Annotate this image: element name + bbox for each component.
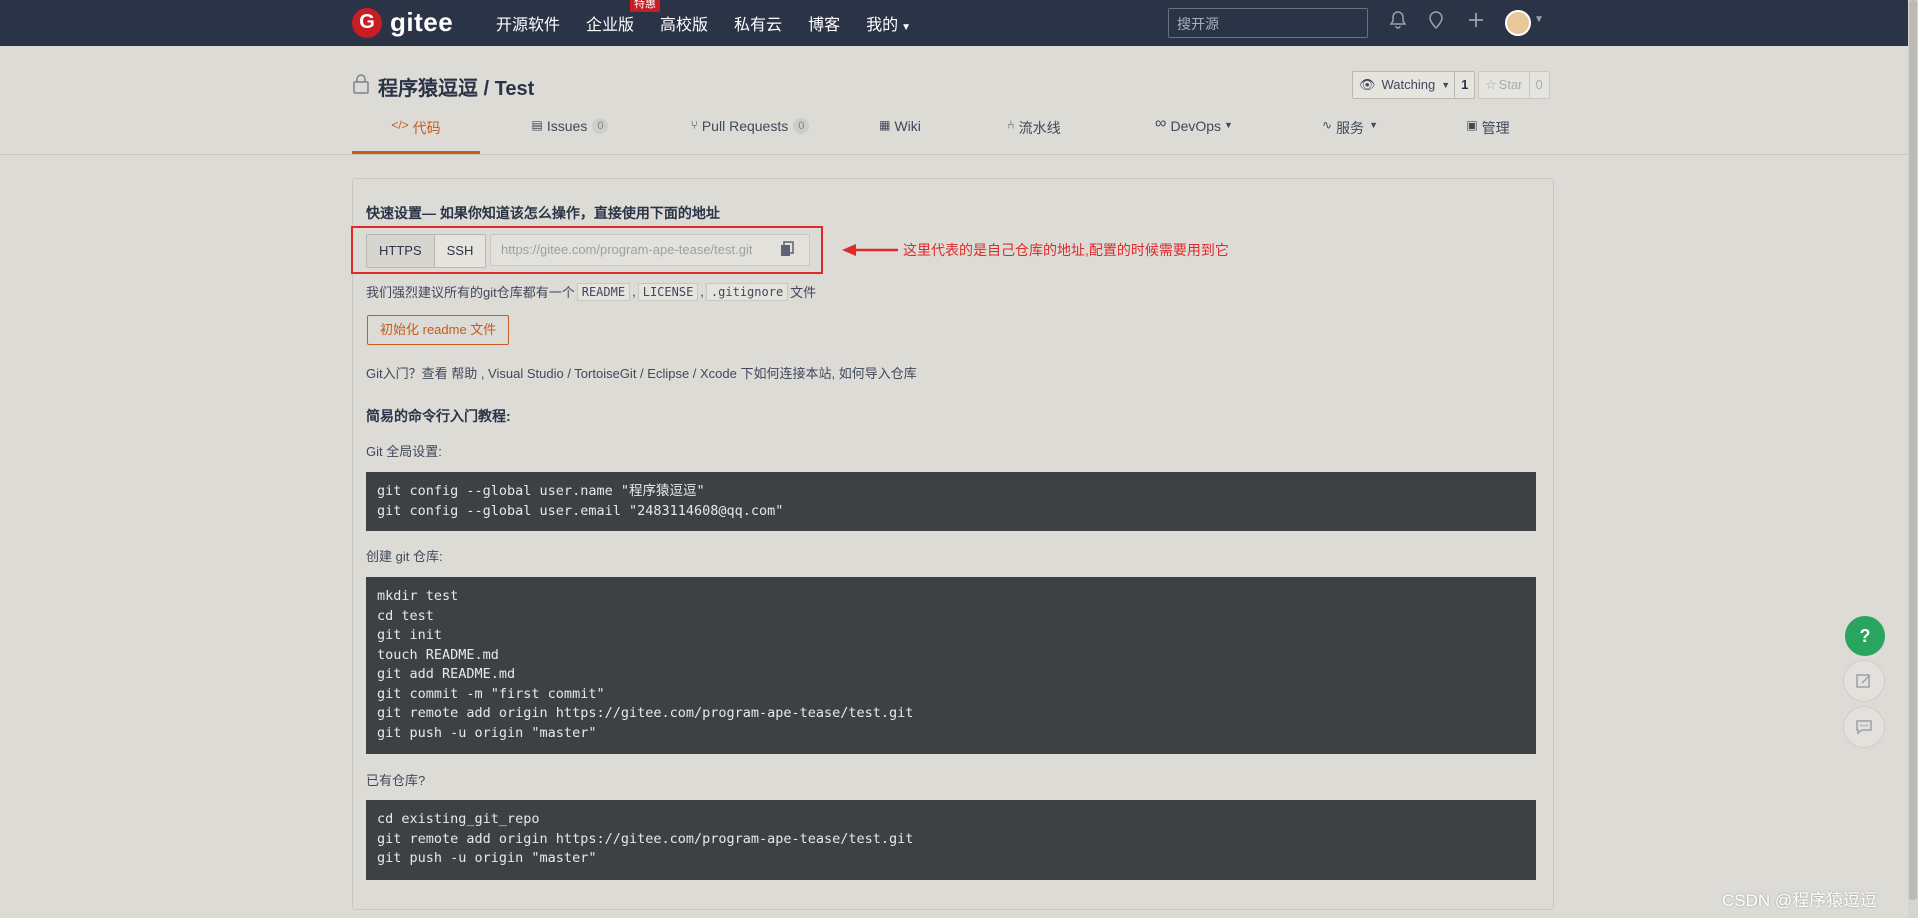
nav-private-cloud[interactable]: 私有云 (734, 11, 782, 35)
tab-devops-label: DevOps (1170, 118, 1222, 134)
tab-services-label: 服务 (1336, 120, 1365, 136)
edit-icon[interactable] (1843, 660, 1885, 702)
watermark: CSDN @程序猿逗逗 (1722, 891, 1878, 910)
logo-text: gitee (390, 7, 454, 37)
bell-icon[interactable] (1386, 10, 1410, 34)
pipeline-icon: ⑃ (1007, 118, 1015, 132)
gitignore-chip: .gitignore (705, 282, 789, 301)
plus-icon[interactable] (1464, 10, 1488, 34)
nav-enterprise[interactable]: 企业版 特惠 (586, 0, 661, 35)
watch-button[interactable]: 👁 Watching ▼ 1 (1352, 71, 1476, 99)
protocol-switch: HTTPS SSH (366, 234, 487, 268)
eye-icon: 👁 (1359, 77, 1376, 92)
main-nav: 开源软件 企业版 特惠 高校版 私有云 博客 我的 ▼ (496, 0, 937, 46)
existing-repo-label: 已有仓库? (366, 773, 426, 788)
global-settings-code: git config --global user.name "程序猿逗逗" gi… (366, 472, 1536, 531)
help-links[interactable]: Git入门？查看 帮助 , Visual Studio / TortoiseGi… (366, 363, 917, 382)
license-chip: LICENSE (637, 282, 699, 301)
tab-pipeline-label: 流水线 (1018, 120, 1061, 136)
manage-icon: ▣ (1466, 118, 1478, 132)
gitee-logo-icon: G (352, 7, 382, 38)
create-repo-label: 创建 git 仓库: (366, 549, 443, 564)
tab-manage[interactable]: ▣ 管理 (1458, 118, 1518, 154)
clone-url-input[interactable]: https://gitee.com/program-ape-tease/test… (490, 234, 810, 266)
tab-devops[interactable]: ∞ DevOps ▼ (1144, 115, 1244, 154)
pr-count: 0 (793, 118, 810, 134)
init-readme-button[interactable]: 初始化 readme 文件 (367, 315, 510, 345)
scrollbar[interactable] (1908, 0, 1918, 918)
star-label: Star (1498, 77, 1523, 92)
tab-issues[interactable]: ▤ Issues 0 (520, 118, 620, 154)
help-fab-button[interactable]: ? (1843, 614, 1887, 658)
https-button[interactable]: HTTPS (367, 235, 435, 267)
nav-blog[interactable]: 博客 (808, 11, 840, 35)
gitee-logo[interactable]: G gitee (352, 7, 453, 38)
recommend-text: 我们强烈建议所有的git仓库都有一个 README, LICENSE, .git… (366, 282, 817, 301)
tab-pipeline[interactable]: ⑃ 流水线 (994, 118, 1074, 154)
pulse-icon: ∿ (1322, 118, 1333, 132)
chevron-down-icon: ▼ (901, 22, 911, 33)
avatar[interactable] (1505, 10, 1531, 36)
scrollbar-thumb[interactable] (1909, 0, 1917, 900)
recommend-suffix: 文件 (790, 285, 817, 300)
nav-open-source[interactable]: 开源软件 (496, 11, 560, 35)
annotation-text: 这里代表的是自己仓库的地址,配置的时候需要用到它 (903, 242, 1229, 258)
infinity-icon: ∞ (1155, 115, 1167, 132)
repo-tabs: </> 代码 ▤ Issues 0 ⑂ Pull Requests 0 ▦ Wiki ⑃ 流水… (352, 115, 1552, 154)
top-navbar: G gitee 开源软件 企业版 特惠 高校版 私有云 博客 我的 ▼ 搜开源 ▼ (0, 0, 1918, 46)
tab-code-label: 代码 (412, 120, 441, 136)
tab-manage-label: 管理 (1481, 120, 1510, 136)
star-icon: ☆ (1485, 77, 1497, 92)
issues-count: 0 (592, 118, 609, 134)
repo-title[interactable]: 程序猿逗逗 / Test (378, 72, 534, 101)
star-button[interactable]: ☆ Star 0 (1478, 71, 1550, 99)
copy-icon[interactable] (780, 241, 796, 257)
chat-icon[interactable] (1843, 706, 1885, 748)
code-icon: </> (391, 118, 409, 132)
global-settings-label: Git 全局设置: (366, 444, 442, 459)
nav-enterprise-label: 企业版 (586, 17, 635, 34)
tab-wiki-label: Wiki (894, 118, 921, 134)
tab-pull-requests[interactable]: ⑂ Pull Requests 0 (670, 118, 830, 154)
create-repo-code: mkdir test cd test git init touch README… (366, 577, 1536, 754)
chevron-down-icon: ▼ (1224, 120, 1233, 130)
star-count[interactable]: 0 (1528, 72, 1549, 98)
tutorial-title: 简易的命令行入门教程: (366, 408, 511, 424)
chevron-down-icon: ▼ (1441, 80, 1451, 90)
tab-issues-label: Issues (546, 118, 588, 134)
tab-pr-label: Pull Requests (701, 118, 789, 134)
nav-mine-label: 我的 (866, 17, 899, 34)
quick-setup-title: 快速设置— 如果你知道该怎么操作，直接使用下面的地址 (366, 205, 720, 221)
pull-request-icon: ⑂ (690, 118, 698, 132)
issues-icon: ▤ (531, 118, 543, 132)
lock-icon (352, 74, 370, 94)
readme-chip: README (576, 282, 631, 301)
watch-label: Watching (1381, 77, 1436, 92)
ssh-button[interactable]: SSH (435, 235, 486, 267)
tab-wiki[interactable]: ▦ Wiki (870, 118, 930, 154)
wiki-icon: ▦ (879, 118, 891, 132)
chevron-down-icon: ▼ (1369, 120, 1378, 130)
chevron-down-icon[interactable]: ▼ (1534, 14, 1544, 25)
watch-count[interactable]: 1 (1454, 72, 1474, 98)
annotation-arrow-icon (840, 238, 900, 262)
promo-badge: 特惠 (630, 0, 661, 12)
recommend-prefix: 我们强烈建议所有的git仓库都有一个 (366, 285, 575, 300)
nav-education[interactable]: 高校版 (660, 11, 708, 35)
tab-code[interactable]: </> 代码 (352, 118, 480, 154)
nav-mine[interactable]: 我的 ▼ (866, 11, 911, 35)
search-input[interactable]: 搜开源 (1168, 8, 1368, 38)
tab-services[interactable]: ∿ 服务 ▼ (1310, 118, 1390, 154)
location-icon[interactable] (1424, 10, 1448, 34)
existing-repo-code: cd existing_git_repo git remote add orig… (366, 800, 1536, 880)
